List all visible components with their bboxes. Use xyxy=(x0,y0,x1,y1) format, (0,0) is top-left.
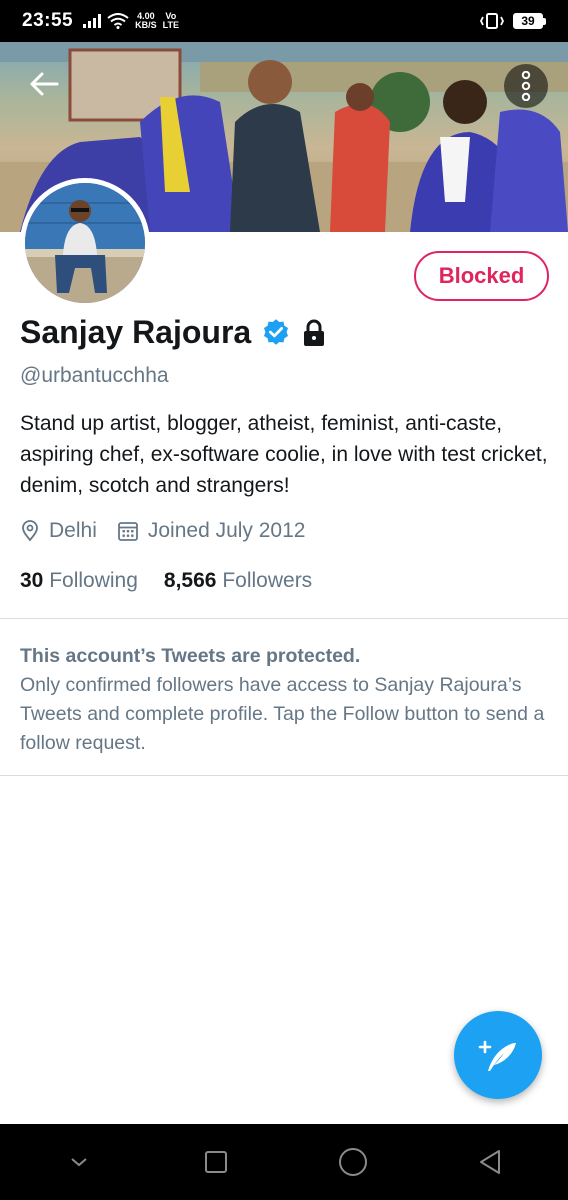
followers-count: 8,566 xyxy=(163,569,217,592)
lock-icon xyxy=(304,319,325,346)
divider xyxy=(0,618,568,619)
compose-tweet-button[interactable] xyxy=(454,1011,542,1099)
home-circle-icon xyxy=(338,1148,367,1176)
followers-link[interactable]: 8,566 Followers xyxy=(164,569,312,593)
net-bottom: LTE xyxy=(162,20,179,30)
wifi-icon xyxy=(107,13,129,29)
more-options-button[interactable] xyxy=(504,64,548,108)
protected-body: Only confirmed followers have access to … xyxy=(20,674,545,754)
follow-stats: 30 Following 8,566 Followers xyxy=(20,569,338,593)
nav-recents-button[interactable] xyxy=(191,1137,241,1187)
battery-level: 39 xyxy=(513,13,543,29)
network-type: Vo LTE xyxy=(163,12,179,30)
following-link[interactable]: 30 Following xyxy=(20,569,138,593)
back-triangle-icon xyxy=(479,1150,500,1174)
profile-location: Delhi xyxy=(20,519,97,543)
signal-icon xyxy=(83,14,102,28)
more-vertical-icon xyxy=(521,71,531,101)
location-pin-icon xyxy=(22,520,38,542)
speed-unit: KB/S xyxy=(135,20,157,30)
avatar-image xyxy=(25,183,145,303)
back-button[interactable] xyxy=(24,64,64,104)
verified-badge-icon xyxy=(264,318,289,345)
following-label: Following xyxy=(49,569,138,592)
blocked-button[interactable]: Blocked xyxy=(414,251,549,301)
followers-label: Followers xyxy=(222,569,313,592)
profile-bio: Stand up artist, blogger, atheist, femin… xyxy=(20,412,548,497)
nav-collapse-button[interactable] xyxy=(54,1137,104,1187)
nav-back-button[interactable] xyxy=(465,1137,515,1187)
divider xyxy=(0,775,568,776)
back-arrow-icon xyxy=(30,72,59,96)
profile-handle: @urbantucchha xyxy=(20,364,169,387)
avatar[interactable] xyxy=(20,178,150,308)
system-nav-bar xyxy=(0,1124,568,1200)
nav-home-button[interactable] xyxy=(328,1137,378,1187)
protected-title: This account’s Tweets are protected. xyxy=(20,645,361,667)
profile-name: Sanjay Rajoura xyxy=(20,314,252,350)
status-bar: 23:55 4.00 KB/S Vo LTE 39 xyxy=(0,0,568,42)
profile-name-row: Sanjay Rajoura xyxy=(20,314,327,351)
status-right: 39 xyxy=(479,12,546,30)
location-text: Delhi xyxy=(49,519,97,542)
joined-text: Joined July 2012 xyxy=(147,519,306,542)
network-speed: 4.00 KB/S xyxy=(135,12,157,30)
calendar-icon xyxy=(117,522,138,541)
recents-square-icon xyxy=(204,1151,227,1173)
chevron-down-icon xyxy=(70,1158,87,1167)
protected-notice: This account’s Tweets are protected. Onl… xyxy=(20,642,550,758)
compose-tweet-icon xyxy=(478,1040,516,1071)
status-left-icons: 4.00 KB/S Vo LTE xyxy=(83,12,179,30)
following-count: 30 xyxy=(20,569,44,592)
status-time: 23:55 xyxy=(22,10,74,31)
profile-meta: Delhi Joined July 2012 xyxy=(20,519,325,543)
battery-icon: 39 xyxy=(513,13,546,29)
vibrate-icon xyxy=(479,13,505,29)
profile-joined: Joined July 2012 xyxy=(117,519,306,543)
